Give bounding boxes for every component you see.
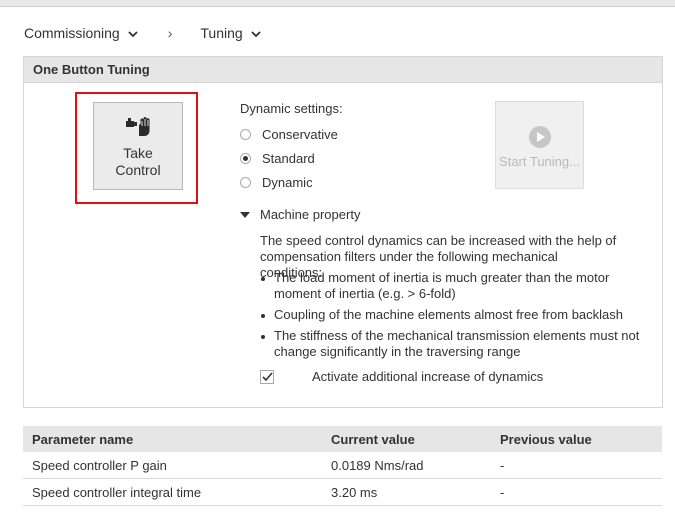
take-control-highlight: Take Control [75, 92, 198, 204]
machine-property-toggle[interactable]: Machine property [240, 207, 360, 222]
play-icon [528, 126, 551, 148]
dynamics-increase-checkbox[interactable] [260, 369, 274, 384]
hand-control-icon [94, 116, 182, 141]
breadcrumb-label: Tuning [200, 25, 243, 41]
caret-down-icon [240, 211, 250, 218]
chevron-down-icon [251, 25, 261, 41]
breadcrumb-separator: › [167, 25, 173, 41]
table-row: Speed controller P gain 0.0189 Nms/rad - [23, 452, 662, 479]
radio-button[interactable] [240, 128, 251, 140]
radio-label: Dynamic [262, 174, 313, 190]
cell-previous: - [491, 452, 662, 479]
take-control-label: Take Control [115, 145, 161, 178]
column-header-previous: Previous value [491, 426, 662, 452]
list-item: The load moment of inertia is much great… [260, 270, 655, 302]
radio-label: Conservative [262, 126, 338, 142]
chevron-down-icon [128, 25, 138, 41]
table-header-row: Parameter name Current value Previous va… [23, 426, 662, 452]
breadcrumb-tuning[interactable]: Tuning [200, 25, 261, 41]
panel-title: One Button Tuning [24, 57, 662, 83]
cell-current: 3.20 ms [322, 478, 491, 506]
column-header-current: Current value [322, 426, 491, 452]
cell-name: Speed controller integral time [23, 478, 322, 506]
table-row: Speed controller integral time 3.20 ms - [23, 478, 662, 506]
take-control-button[interactable]: Take Control [93, 102, 183, 190]
breadcrumb-commissioning[interactable]: Commissioning [24, 25, 138, 41]
column-header-name: Parameter name [23, 426, 322, 452]
start-tuning-label: Start Tuning... [499, 154, 580, 169]
dynamic-settings: Dynamic settings: Conservative Standard … [240, 101, 343, 194]
radio-dynamic[interactable]: Dynamic [240, 170, 343, 194]
dynamics-increase-option: Activate additional increase of dynamics [260, 369, 543, 384]
dynamic-settings-title: Dynamic settings: [240, 101, 343, 116]
radio-standard[interactable]: Standard [240, 146, 343, 170]
list-item: The stiffness of the mechanical transmis… [260, 328, 655, 360]
one-button-tuning-panel: One Button Tuning Take Control Dynamic s… [23, 56, 663, 408]
cell-current: 0.0189 Nms/rad [322, 452, 491, 479]
condition-list: The load moment of inertia is much great… [260, 270, 655, 365]
radio-button[interactable] [240, 152, 251, 164]
machine-property-label: Machine property [260, 207, 361, 222]
list-item: Coupling of the machine elements almost … [260, 307, 655, 323]
cell-previous: - [491, 478, 662, 506]
top-border [0, 0, 675, 7]
breadcrumb-label: Commissioning [24, 25, 120, 41]
check-icon [262, 371, 273, 381]
cell-name: Speed controller P gain [23, 452, 322, 479]
radio-label: Standard [262, 150, 315, 166]
radio-button[interactable] [240, 176, 251, 188]
breadcrumb: Commissioning › Tuning [24, 24, 261, 42]
checkbox-label: Activate additional increase of dynamics [312, 369, 544, 384]
start-tuning-button[interactable]: Start Tuning... [495, 101, 584, 189]
radio-conservative[interactable]: Conservative [240, 122, 343, 146]
parameter-table: Parameter name Current value Previous va… [23, 426, 662, 506]
